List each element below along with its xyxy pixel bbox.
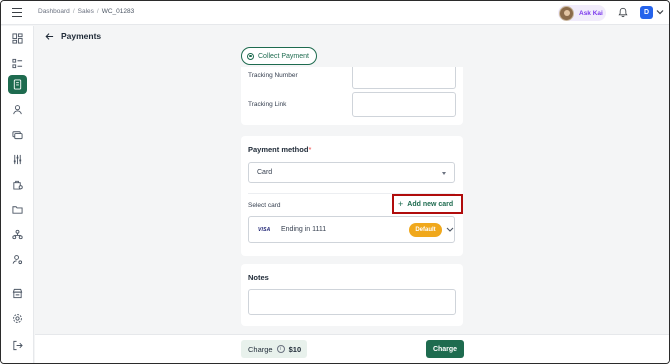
charge-amount: $10	[288, 344, 302, 354]
dashboard-icon[interactable]	[8, 29, 27, 48]
tracking-number-label: Tracking Number	[248, 72, 298, 79]
required-marker: *	[308, 145, 312, 154]
sliders-icon[interactable]	[8, 150, 27, 169]
menu-icon[interactable]	[12, 8, 22, 17]
chevron-down-icon[interactable]	[656, 9, 664, 15]
payment-method-title: Payment method*	[248, 145, 311, 154]
tracking-number-input[interactable]	[352, 67, 456, 89]
radio-selected-icon	[247, 52, 254, 60]
charge-summary-label: Charge	[248, 344, 273, 354]
network-icon[interactable]	[8, 225, 27, 244]
collect-payment-label: Collect Payment	[258, 52, 309, 60]
folder-icon[interactable]	[8, 200, 27, 219]
logout-icon[interactable]	[8, 336, 27, 355]
user-avatar[interactable]: D	[640, 6, 653, 19]
ask-kai-button[interactable]: Ask Kai	[558, 5, 606, 21]
footer-bar: Charge i $10 Charge	[35, 334, 669, 363]
select-card-label: Select card	[248, 202, 281, 209]
add-new-card-button[interactable]: + Add new card	[392, 194, 463, 214]
default-badge: Default	[409, 223, 442, 237]
card-ending-text: Ending in 1111	[281, 226, 327, 233]
back-arrow-icon[interactable]	[45, 32, 54, 41]
breadcrumb-separator: /	[96, 8, 99, 15]
store-icon[interactable]	[8, 284, 27, 303]
bag-icon[interactable]	[8, 175, 27, 194]
breadcrumb: Dashboard / Sales / WC_01283	[38, 8, 134, 15]
user-icon[interactable]	[8, 100, 27, 119]
payment-method-value: Card	[257, 169, 273, 176]
tracking-link-input[interactable]	[352, 92, 456, 117]
ask-kai-label: Ask Kai	[579, 9, 603, 17]
saved-card-select[interactable]: VISA Ending in 1111 Default	[248, 216, 455, 243]
visa-icon: VISA	[258, 226, 271, 233]
breadcrumb-separator: /	[72, 8, 75, 15]
charge-summary: Charge i $10	[241, 340, 307, 358]
payment-method-card: Payment method* Card Select card + Add n…	[241, 136, 463, 256]
user-settings-icon[interactable]	[8, 250, 27, 269]
dropdown-caret-icon	[442, 172, 446, 175]
invoice-icon[interactable]	[8, 75, 27, 94]
notes-title: Notes	[248, 273, 269, 282]
top-bar: Dashboard / Sales / WC_01283 Ask Kai D	[1, 1, 669, 25]
settings-icon[interactable]	[8, 309, 27, 328]
add-new-card-label: Add new card	[407, 200, 454, 208]
payments-icon[interactable]	[8, 125, 27, 144]
plus-icon: +	[398, 199, 404, 209]
breadcrumb-current: WC_01283	[101, 8, 135, 15]
tracking-link-label: Tracking Link	[248, 101, 287, 108]
payment-method-title-text: Payment method	[248, 145, 309, 154]
payment-method-select[interactable]: Card	[248, 162, 455, 183]
breadcrumb-sales[interactable]: Sales	[78, 8, 94, 15]
charge-button[interactable]: Charge	[426, 340, 464, 358]
breadcrumb-dashboard[interactable]: Dashboard	[38, 8, 70, 15]
notes-card: Notes	[241, 264, 463, 326]
page-title: Payments	[61, 31, 102, 41]
list-icon[interactable]	[8, 54, 27, 73]
bell-icon[interactable]	[618, 7, 628, 18]
notes-input[interactable]	[248, 289, 456, 315]
sidebar	[1, 26, 34, 363]
tracking-card: Tracking Number Tracking Link	[241, 67, 463, 125]
collect-payment-option[interactable]: Collect Payment	[241, 47, 317, 65]
kai-avatar	[559, 5, 574, 21]
page-header: Payments	[45, 31, 101, 41]
app-window: Dashboard / Sales / WC_01283 Ask Kai D P…	[0, 0, 670, 364]
chevron-down-icon[interactable]	[446, 226, 454, 233]
info-icon[interactable]: i	[276, 345, 285, 353]
